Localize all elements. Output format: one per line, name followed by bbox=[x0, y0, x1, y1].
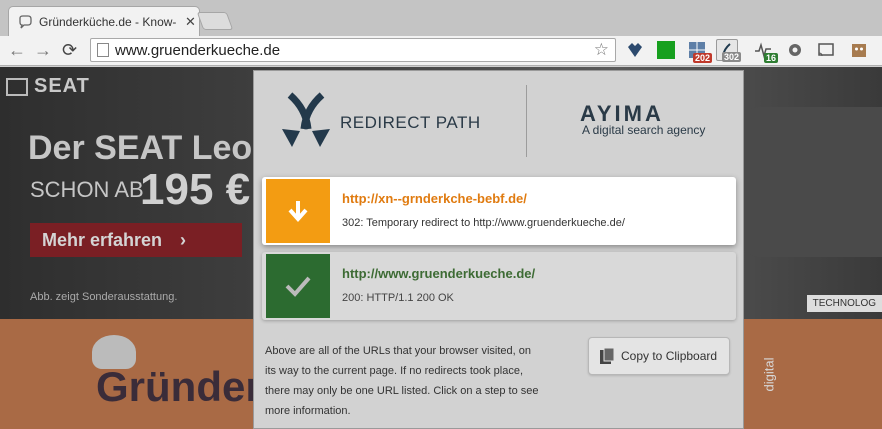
cta-label: Mehr erfahren bbox=[42, 229, 163, 250]
checkmark-icon bbox=[266, 254, 330, 318]
tech-label: TECHNOLOG bbox=[806, 295, 882, 312]
copy-to-clipboard-button[interactable]: Copy to Clipboard bbox=[588, 337, 730, 375]
redirect-path-logo-icon bbox=[282, 92, 330, 147]
header-divider bbox=[526, 85, 527, 157]
redirect-path-icon[interactable]: 302 bbox=[716, 39, 741, 62]
tab-close-icon[interactable]: ✕ bbox=[185, 14, 196, 30]
user-profile-icon[interactable] bbox=[848, 39, 870, 61]
tab-title: Gründerküche.de - Know- bbox=[39, 14, 177, 29]
browser-toolbar: ← → ⟳ www.gruenderkueche.de ☆ 202 302 16 bbox=[0, 36, 882, 66]
tab-strip: Gründerküche.de - Know- ✕ bbox=[0, 0, 882, 36]
gear-icon[interactable] bbox=[784, 39, 806, 61]
browser-tab[interactable]: Gründerküche.de - Know- ✕ bbox=[8, 6, 200, 36]
step-status: 302: Temporary redirect to http://www.gr… bbox=[342, 217, 625, 229]
car-image bbox=[740, 107, 882, 257]
pulse-icon[interactable]: 16 bbox=[752, 39, 778, 63]
redirect-step[interactable]: http://xn--grnderkche-bebf.de/ 302: Temp… bbox=[262, 177, 736, 245]
clipboard-icon bbox=[600, 347, 615, 364]
reload-icon[interactable]: ⟳ bbox=[62, 40, 77, 60]
chevron-right-icon: › bbox=[180, 229, 187, 250]
popup-title: REDIRECT PATH bbox=[340, 113, 481, 132]
ad-headline: Der SEAT Leon bbox=[28, 129, 273, 167]
seat-brand: SEAT bbox=[34, 75, 90, 97]
ad-subline: SCHON AB bbox=[30, 177, 144, 202]
forward-arrow-icon[interactable]: → bbox=[34, 40, 52, 60]
seat-mark-icon bbox=[6, 77, 28, 96]
site-logo-text[interactable]: Gründer bbox=[96, 363, 262, 411]
redirect-badge: 302 bbox=[721, 52, 741, 62]
page-icon bbox=[97, 43, 109, 57]
address-bar[interactable]: www.gruenderkueche.de ☆ bbox=[90, 38, 616, 62]
redirect-path-popup: REDIRECT PATH AYIMA A digital search age… bbox=[253, 70, 744, 429]
info-text: Above are all of the URLs that your brow… bbox=[265, 345, 539, 417]
digital-label: digital bbox=[761, 357, 777, 392]
pulse-badge: 16 bbox=[763, 53, 778, 63]
grid-extension-icon[interactable]: 202 bbox=[686, 39, 712, 63]
popup-header: REDIRECT PATH AYIMA A digital search age… bbox=[254, 71, 743, 171]
ad-note: Abb. zeigt Sonderausstattung. bbox=[30, 291, 178, 303]
url-text: www.gruenderkueche.de bbox=[115, 41, 281, 59]
down-arrow-icon bbox=[266, 179, 330, 243]
chat-bubble-icon bbox=[17, 14, 33, 30]
new-tab-button[interactable] bbox=[196, 12, 234, 30]
mehr-erfahren-button[interactable]: Mehr erfahren › bbox=[30, 223, 242, 257]
step-url[interactable]: http://www.gruenderkueche.de/ bbox=[342, 266, 535, 281]
ayima-tagline: A digital search agency bbox=[582, 123, 706, 137]
final-step[interactable]: http://www.gruenderkueche.de/ 200: HTTP/… bbox=[262, 252, 736, 320]
grid-badge: 202 bbox=[692, 53, 712, 63]
green-square-icon[interactable] bbox=[655, 39, 677, 61]
copy-label: Copy to Clipboard bbox=[621, 349, 718, 363]
step-url[interactable]: http://xn--grnderkche-bebf.de/ bbox=[342, 191, 527, 206]
back-arrow-icon[interactable]: ← bbox=[8, 40, 26, 60]
seat-logo: SEAT bbox=[6, 75, 90, 98]
step-status: 200: HTTP/1.1 200 OK bbox=[342, 292, 454, 304]
ad-price: 195 € bbox=[140, 165, 251, 214]
heart-monitor-icon[interactable] bbox=[624, 39, 646, 61]
cast-icon[interactable] bbox=[815, 39, 837, 61]
bookmark-star-icon[interactable]: ☆ bbox=[594, 40, 609, 60]
